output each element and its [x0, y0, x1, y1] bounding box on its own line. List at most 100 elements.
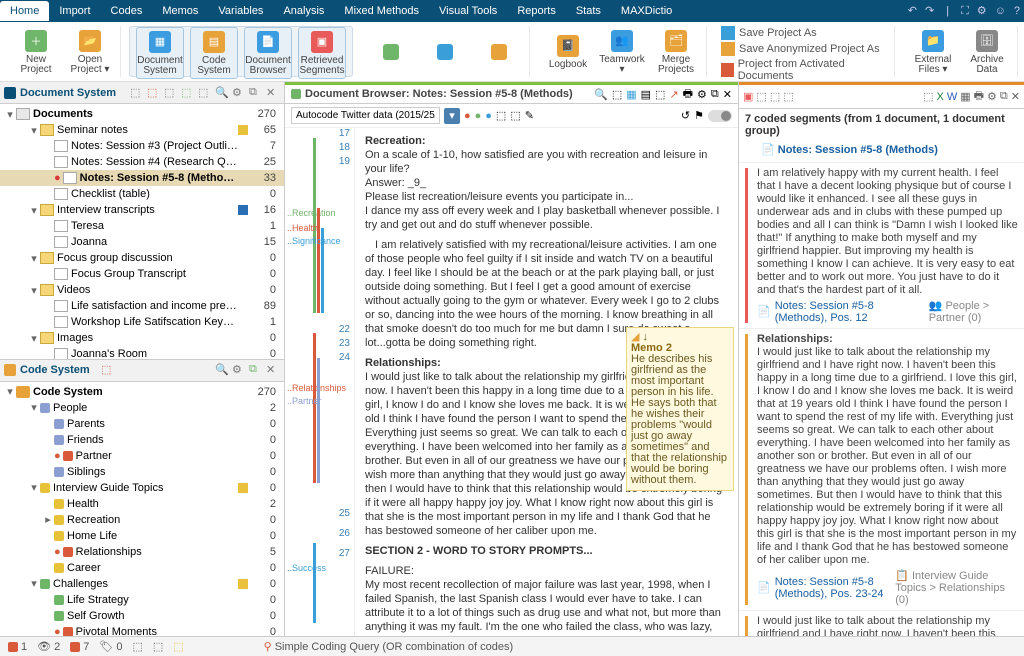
ac-tool[interactable]: ● [485, 110, 492, 122]
document-tree-item[interactable]: Teresa1 [0, 218, 284, 234]
coding-gutter[interactable]: 171819222324252627..Recreation..Health..… [285, 128, 355, 636]
document-tree-item[interactable]: Life satisfaction and income presentatio… [0, 298, 284, 314]
menu-tab-mixed-methods[interactable]: Mixed Methods [334, 1, 429, 21]
ac-tool[interactable]: ⬚ [496, 109, 506, 122]
status-icon[interactable]: ⬚ [153, 640, 163, 653]
rs-tool[interactable]: ▣ [743, 90, 753, 103]
document-tree-item[interactable]: Joanna15 [0, 234, 284, 250]
code-system-button[interactable]: ▤Code System [190, 27, 238, 79]
close-icon[interactable]: ✕ [1011, 90, 1020, 103]
document-tree-item[interactable]: ▾Seminar notes65 [0, 122, 284, 138]
ribbon-small-icon-1[interactable] [367, 26, 415, 78]
print-icon[interactable]: 🖶 [974, 87, 984, 106]
undo-icon[interactable]: ↶ [908, 4, 917, 17]
document-tree-item[interactable]: ▾Focus group discussion0 [0, 250, 284, 266]
browser-tool-icon[interactable]: ▦ [626, 88, 636, 101]
ribbon-small-icon-2[interactable] [421, 26, 469, 78]
ac-tool[interactable]: ✎ [525, 109, 534, 122]
new-project-button[interactable]: ＋New Project [12, 26, 60, 78]
gear-icon[interactable]: ⚙ [987, 90, 997, 103]
retrieved-segments-button[interactable]: ▣Retrieved Segments [298, 27, 346, 79]
ac-tool[interactable]: ● [464, 110, 471, 122]
smiley-icon[interactable]: ☺ [995, 5, 1006, 17]
menu-tab-import[interactable]: Import [49, 1, 100, 21]
ac-tool[interactable]: ⚑ [694, 109, 704, 122]
toggle-switch[interactable] [708, 110, 732, 122]
undock-icon[interactable]: ⧉ [711, 88, 719, 101]
retrieved-segment[interactable]: Relationships: I would just like to talk… [739, 329, 1024, 611]
document-tree-item[interactable]: Focus Group Transcript0 [0, 266, 284, 282]
menu-tab-stats[interactable]: Stats [566, 1, 611, 21]
menu-tab-variables[interactable]: Variables [208, 1, 273, 21]
status-tags[interactable]: 🏷0 [99, 640, 122, 653]
document-tree[interactable]: ▾Documents270▾Seminar notes65Notes: Sess… [0, 104, 284, 359]
retrieved-segment[interactable]: I would just like to talk about the rela… [739, 611, 1024, 636]
undock-icon[interactable]: ⧉ [249, 363, 263, 377]
menu-tab-home[interactable]: Home [0, 1, 49, 21]
status-icon[interactable]: ⬚ [132, 640, 142, 653]
close-icon[interactable]: ✕ [723, 88, 732, 101]
menu-tab-analysis[interactable]: Analysis [273, 1, 334, 21]
code-tree-item[interactable]: ●Partner0 [0, 448, 284, 464]
tree-root[interactable]: ▾Documents270 [0, 106, 284, 122]
rs-tool[interactable]: ⬚ [923, 90, 933, 103]
open-project-button[interactable]: 📂Open Project ▾ [66, 26, 114, 78]
retrieved-segment[interactable]: I am relatively happy with my current he… [739, 163, 1024, 329]
rs-tool[interactable]: ⬚ [783, 90, 793, 103]
menu-tab-codes[interactable]: Codes [101, 1, 153, 21]
gear-icon[interactable]: ⚙ [977, 4, 987, 17]
status-views[interactable]: 👁2 [37, 640, 60, 653]
export-word-icon[interactable]: W [947, 91, 957, 103]
code-tree-item[interactable]: Life Strategy0 [0, 592, 284, 608]
code-tree[interactable]: ▾Code System270▾People2Parents0Friends0●… [0, 382, 284, 637]
code-tree-item[interactable]: Career0 [0, 560, 284, 576]
autocode-dropdown[interactable]: ▾ [444, 108, 460, 124]
logbook-button[interactable]: 📓Logbook [544, 26, 592, 78]
code-tree-item[interactable]: ▾Challenges0 [0, 576, 284, 592]
docsys-tool-icon[interactable]: ⬚ [130, 86, 144, 100]
menu-tab-memos[interactable]: Memos [152, 1, 208, 21]
export-excel-icon[interactable]: X [937, 91, 944, 103]
save-project-as[interactable]: Save Project As [721, 26, 888, 40]
save-anonymized[interactable]: Save Anonymized Project As [721, 42, 888, 56]
document-tree-item[interactable]: ●Notes: Session #5-8 (Methods)33 [0, 170, 284, 186]
document-tree-item[interactable]: Workshop Life Satifscation Keynote1 [0, 314, 284, 330]
teamwork-button[interactable]: 👥Teamwork ▾ [598, 26, 646, 78]
document-browser-button[interactable]: 📄Document Browser [244, 27, 292, 79]
archive-data-button[interactable]: 🗄Archive Data [963, 26, 1011, 78]
gear-icon[interactable]: ⚙ [697, 88, 707, 101]
external-files-button[interactable]: 📁External Files ▾ [909, 26, 957, 78]
docsys-tool-icon[interactable]: ⬚ [164, 86, 178, 100]
document-tree-item[interactable]: ▾Images0 [0, 330, 284, 346]
merge-projects-button[interactable]: 🗂Merge Projects [652, 26, 700, 78]
memo-popup[interactable]: ◢↓ Memo 2 He describes his girlfriend as… [626, 327, 734, 491]
retrieved-document-link[interactable]: 📄 Notes: Session #5-8 (Methods) [739, 141, 1024, 163]
retrieved-segments-list[interactable]: I am relatively happy with my current he… [739, 163, 1024, 636]
print-icon[interactable]: 🖶 [683, 85, 693, 104]
code-tree-item[interactable]: Parents0 [0, 416, 284, 432]
code-tree-item[interactable]: Home Life0 [0, 528, 284, 544]
document-tree-item[interactable]: ▾Interview transcripts16 [0, 202, 284, 218]
status-codes[interactable]: 7 [70, 641, 89, 653]
codesys-tool-icon[interactable]: ⬚ [101, 363, 115, 377]
help-icon[interactable]: ? [1014, 5, 1020, 17]
document-system-button[interactable]: ▦Document System [136, 27, 184, 79]
menu-tab-maxdictio[interactable]: MAXDictio [611, 1, 682, 21]
rs-tool[interactable]: ⬚ [756, 90, 766, 103]
code-tree-item[interactable]: ●Pivotal Moments0 [0, 624, 284, 637]
browser-tool-icon[interactable]: ⬚ [655, 88, 665, 101]
browser-tool-icon[interactable]: ⬚ [612, 88, 622, 101]
status-query[interactable]: ⚲Simple Coding Query (OR combination of … [264, 640, 514, 653]
menu-tab-visual-tools[interactable]: Visual Tools [429, 1, 507, 21]
rs-tool[interactable]: ⬚ [770, 90, 780, 103]
code-tree-item[interactable]: ▾Interview Guide Topics0 [0, 480, 284, 496]
code-tree-item[interactable]: ▾People2 [0, 400, 284, 416]
undock-icon[interactable]: ⧉ [249, 86, 263, 100]
close-icon[interactable]: ✕ [266, 363, 280, 377]
search-icon[interactable]: 🔍 [215, 363, 229, 377]
browser-tool-icon[interactable]: ▤ [641, 88, 651, 101]
status-docs[interactable]: 1 [8, 641, 27, 653]
redo-icon[interactable]: ↷ [925, 4, 934, 17]
document-tree-item[interactable]: Notes: Session #3 (Project Outline)7 [0, 138, 284, 154]
tree-root[interactable]: ▾Code System270 [0, 384, 284, 400]
